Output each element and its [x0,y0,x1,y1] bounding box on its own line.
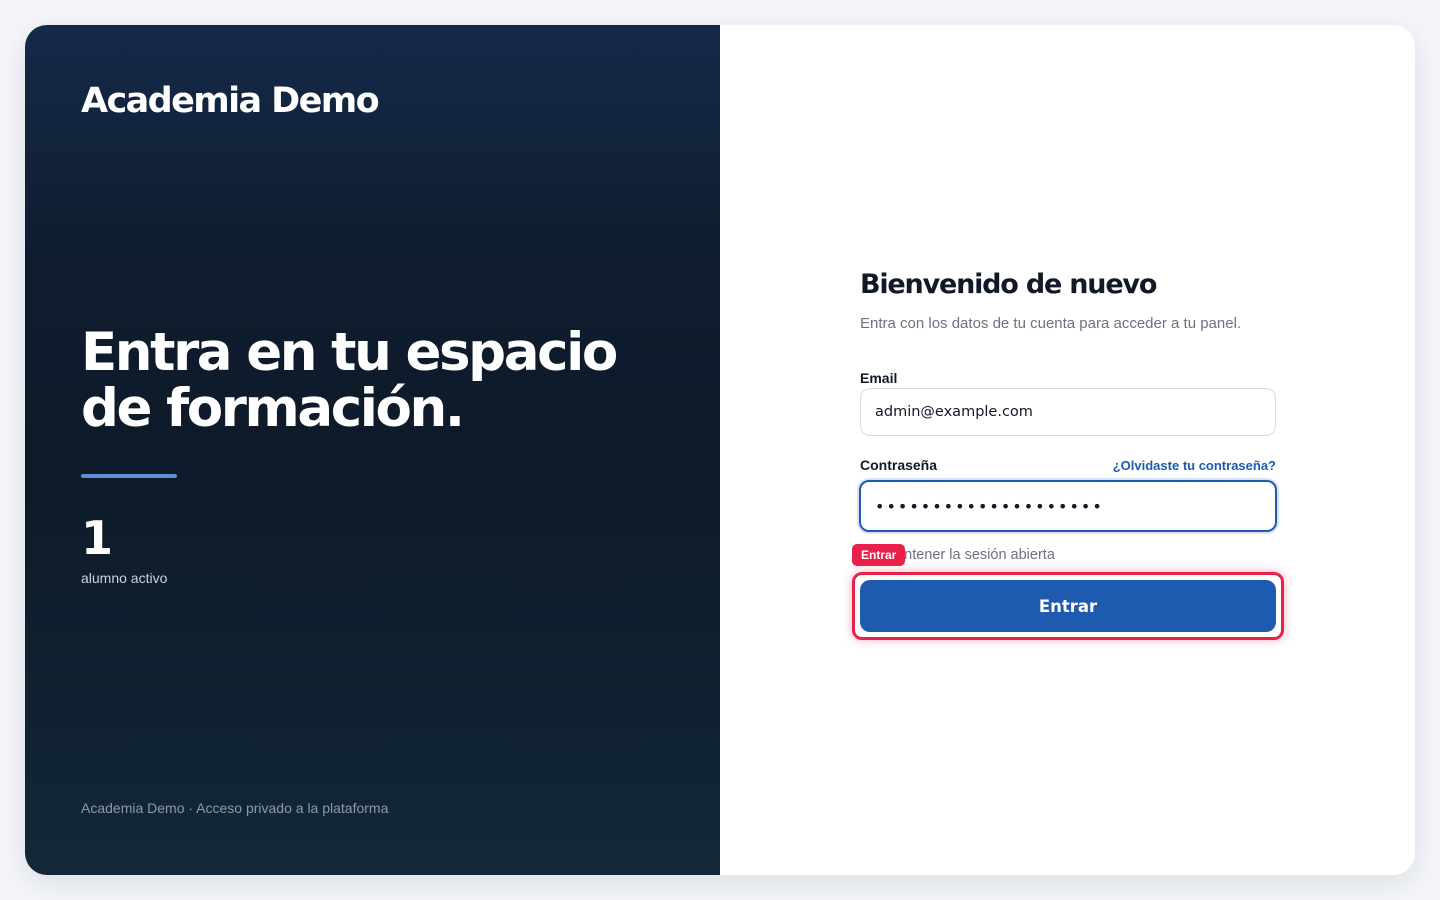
hero-headline: Entra en tu espacio de formación. [81,322,618,439]
submit-button[interactable]: Entrar [860,580,1276,632]
login-card: Academia Demo Entra en tu espacio de for… [25,25,1415,875]
hero-panel: Academia Demo Entra en tu espacio de for… [25,25,720,875]
forgot-password-link[interactable]: ¿Olvidaste tu contraseña? [1113,458,1276,473]
login-form: Bienvenido de nuevo Entra con los datos … [852,268,1284,640]
remember-label: Mantener la sesión abierta [884,547,1055,563]
form-subtitle: Entra con los datos de tu cuenta para ac… [860,315,1242,332]
email-field[interactable] [860,388,1276,436]
annotation-tag: Entrar [852,544,906,566]
form-title: Bienvenido de nuevo [860,269,1157,300]
email-label: Email [860,370,898,386]
brand-logo: Academia Demo [81,81,380,121]
stat-value: 1 [81,511,114,565]
stat-label: alumno activo [81,570,168,586]
password-label-row: Contraseña ¿Olvidaste tu contraseña? [860,456,1276,474]
password-field[interactable] [859,480,1277,532]
form-panel: Bienvenido de nuevo Entra con los datos … [720,25,1415,875]
hero-footer: Academia Demo · Acceso privado a la plat… [81,800,389,816]
accent-divider [81,474,177,478]
password-label: Contraseña [860,457,938,473]
